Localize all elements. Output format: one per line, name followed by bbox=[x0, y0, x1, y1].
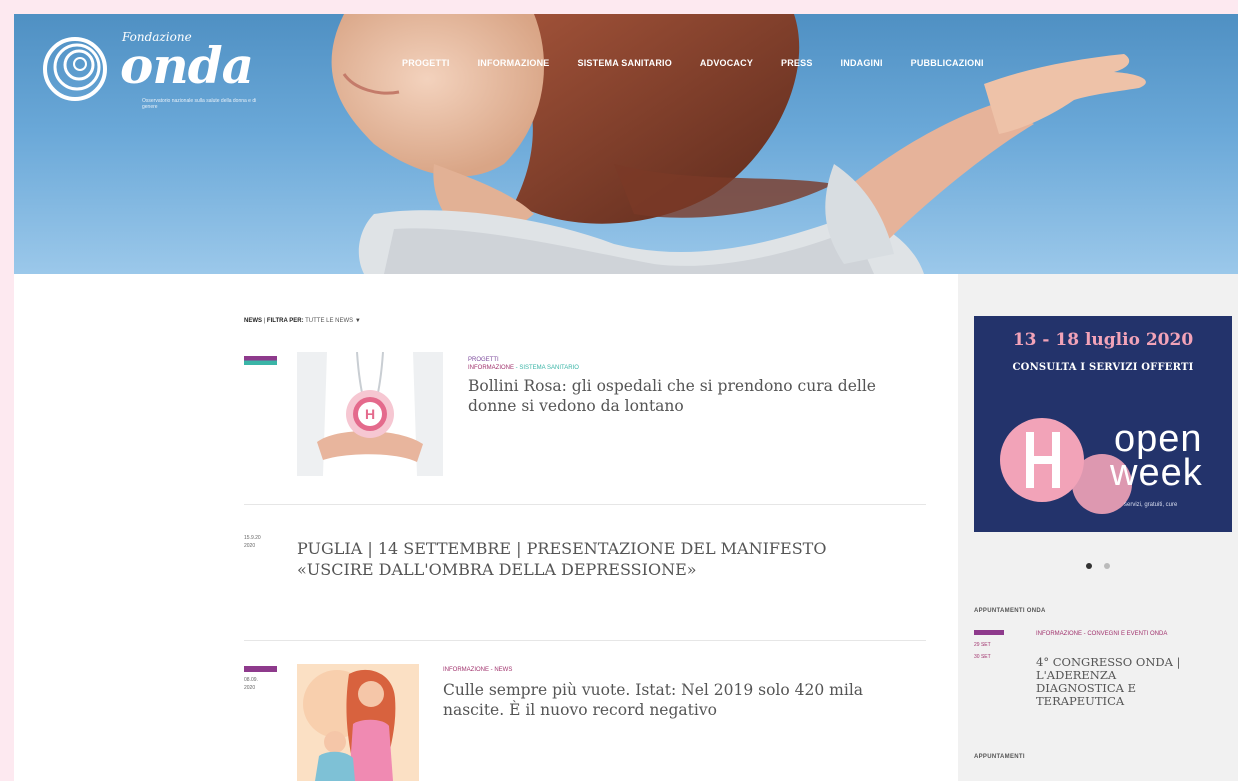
logo-wordmark: onda bbox=[120, 36, 254, 95]
carousel-dot[interactable] bbox=[1104, 563, 1111, 569]
event-date-from: 29 SET bbox=[974, 642, 991, 648]
news-thumbnail[interactable]: H bbox=[297, 352, 443, 476]
post-title[interactable]: PUGLIA | 14 SETTEMBRE | PRESENTAZIONE DE… bbox=[297, 538, 897, 580]
news-item[interactable]: H PROGETTI INFORMAZIONE - SISTEMA SANITA… bbox=[244, 352, 934, 492]
event-categories[interactable]: INFORMAZIONE - CONVEGNI E EVENTI ONDA bbox=[1036, 630, 1216, 638]
nav-item-sistema-sanitario[interactable]: SISTEMA SANITARIO bbox=[578, 58, 672, 68]
post-categories-secondary: INFORMAZIONE - SISTEMA SANITARIO bbox=[468, 365, 579, 371]
nav-item-progetti[interactable]: PROGETTI bbox=[402, 58, 450, 68]
event-ribbon bbox=[974, 630, 1004, 635]
news-item[interactable]: 15.9.20 2020 PUGLIA | 14 SETTEMBRE | PRE… bbox=[244, 532, 934, 612]
banner-week: week bbox=[1110, 452, 1203, 494]
category-link[interactable]: SISTEMA SANITARIO bbox=[519, 365, 579, 371]
page: Fondazione onda Osservatorio nazionale s… bbox=[14, 14, 1238, 781]
news-thumbnail[interactable] bbox=[297, 664, 419, 781]
mother-child-illustration bbox=[297, 664, 419, 781]
filter-separator: | bbox=[263, 318, 266, 324]
category-link[interactable]: NEWS bbox=[494, 667, 512, 673]
doctor-hospital-image: H bbox=[297, 352, 443, 476]
filter-section: NEWS bbox=[244, 318, 262, 324]
post-categories: PROGETTI bbox=[468, 356, 908, 364]
logo[interactable]: Fondazione onda Osservatorio nazionale s… bbox=[40, 28, 270, 118]
banner-dates: 13 - 18 luglio 2020 bbox=[1012, 330, 1194, 350]
category-link[interactable]: INFORMAZIONE bbox=[468, 365, 514, 371]
sidebar: 13 - 18 luglio 2020 CONSULTA I SERVIZI O… bbox=[958, 274, 1238, 781]
post-categories: INFORMAZIONE - NEWS bbox=[443, 667, 513, 673]
open-week-banner[interactable]: 13 - 18 luglio 2020 CONSULTA I SERVIZI O… bbox=[974, 316, 1232, 532]
banner-cta: CONSULTA I SERVIZI OFFERTI bbox=[1012, 362, 1194, 373]
divider bbox=[244, 504, 926, 505]
hero-header: Fondazione onda Osservatorio nazionale s… bbox=[14, 14, 1238, 274]
nav-item-press[interactable]: PRESS bbox=[781, 58, 813, 68]
category-ribbon bbox=[244, 356, 277, 365]
filter-label: FILTRA PER: bbox=[266, 318, 304, 324]
appointments2-title: APPUNTAMENTI bbox=[974, 754, 1025, 760]
divider bbox=[244, 640, 926, 641]
news-item[interactable]: 08.09. 2020 INFORMAZIONE - NEWS Culle se… bbox=[244, 664, 934, 781]
event-date-to: 30 SET bbox=[974, 654, 991, 660]
logo-tagline: Osservatorio nazionale sulla salute dell… bbox=[142, 98, 257, 110]
carousel-dot-active[interactable] bbox=[1086, 563, 1092, 569]
news-filter: NEWS | FILTRA PER: TUTTE LE NEWS ▼ bbox=[244, 318, 361, 324]
nav-item-indagini[interactable]: INDAGINI bbox=[841, 58, 883, 68]
main-nav: PROGETTI INFORMAZIONE SISTEMA SANITARIO … bbox=[402, 58, 1012, 68]
nav-item-advocacy[interactable]: ADVOCACY bbox=[700, 58, 753, 68]
logo-swirl-icon bbox=[43, 37, 107, 101]
post-title[interactable]: Bollini Rosa: gli ospedali che si prendo… bbox=[468, 376, 908, 416]
post-date: 15.9.20 2020 bbox=[244, 535, 261, 549]
chevron-down-icon[interactable]: ▼ bbox=[355, 318, 361, 324]
svg-text:H: H bbox=[365, 406, 375, 422]
banner-subtitle: servizi, gratuiti, cure bbox=[1124, 502, 1178, 508]
post-date: 08.09. 2020 bbox=[244, 677, 258, 691]
appointments-title: APPUNTAMENTI ONDA bbox=[974, 608, 1046, 614]
nav-item-informazione[interactable]: INFORMAZIONE bbox=[478, 58, 550, 68]
filter-dropdown[interactable]: TUTTE LE NEWS bbox=[305, 318, 353, 324]
carousel-dots bbox=[1086, 556, 1118, 574]
category-ribbon bbox=[244, 666, 277, 672]
nav-item-pubblicazioni[interactable]: PUBBLICAZIONI bbox=[911, 58, 984, 68]
category-link[interactable]: PROGETTI bbox=[468, 357, 499, 363]
post-title[interactable]: Culle sempre più vuote. Istat: Nel 2019 … bbox=[443, 680, 863, 720]
event-title[interactable]: 4° CONGRESSO ONDA | L'ADERENZA DIAGNOSTI… bbox=[1036, 656, 1206, 708]
category-link[interactable]: INFORMAZIONE bbox=[443, 667, 489, 673]
